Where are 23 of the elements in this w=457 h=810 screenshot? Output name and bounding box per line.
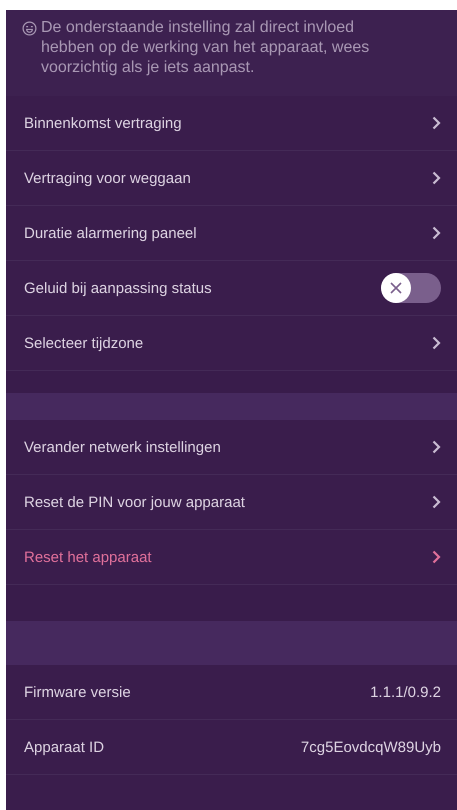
chevron-right-icon — [432, 440, 441, 454]
toggle-switch[interactable] — [381, 273, 441, 303]
close-icon — [390, 282, 402, 294]
row-label: Duratie alarmering paneel — [24, 224, 197, 242]
row-label: Binnenkomst vertraging — [24, 114, 182, 132]
row-label: Geluid bij aanpassing status — [24, 280, 212, 296]
row-label: Apparaat ID — [24, 738, 104, 756]
row-label: Vertraging voor weggaan — [24, 170, 191, 186]
chevron-right-icon — [432, 171, 441, 185]
notice-text: De onderstaande instelling zal direct invloed hebben op de werking van het apparaat, wees voorzichtig als je iets aanpast. — [41, 18, 370, 78]
chevron-right-icon — [432, 226, 441, 240]
row-label: Reset het apparaat — [24, 548, 152, 566]
row-label: Firmware versie — [24, 684, 131, 700]
row-label: Verander netwerk instellingen — [24, 438, 221, 456]
chevron-right-icon — [432, 116, 441, 130]
chevron-right-icon — [432, 336, 441, 350]
row-value: 7cg5EovdcqW89Uyb — [300, 738, 441, 756]
row-label: Reset de PIN voor jouw apparaat — [24, 494, 245, 510]
chevron-right-icon — [432, 550, 441, 564]
smiley-icon — [22, 21, 37, 36]
chevron-right-icon — [432, 495, 441, 509]
row-label: Selecteer tijdzone — [24, 334, 144, 352]
row-value: 1.1.1/0.9.2 — [370, 684, 441, 700]
